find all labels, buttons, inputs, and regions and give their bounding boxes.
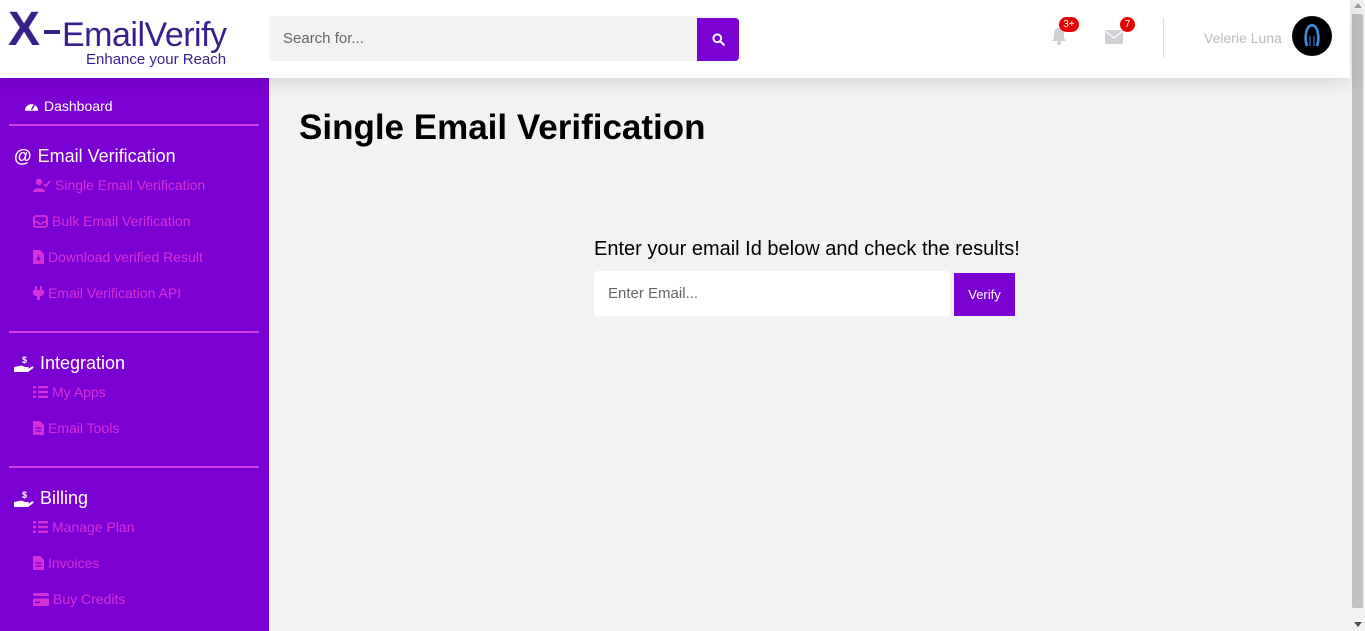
sidebar-item-dashboard[interactable]: Dashboard	[24, 98, 113, 114]
envelope-icon	[1105, 30, 1123, 44]
logo-mark: X	[8, 3, 40, 56]
sidebar-item-download-verified-result[interactable]: Download verified Result	[33, 249, 203, 265]
sidebar-heading-integration: $ Integration	[14, 353, 125, 374]
sidebar-item-label: Dashboard	[44, 98, 113, 114]
sidebar-item-invoices[interactable]: Invoices	[33, 555, 99, 571]
header-divider	[1163, 18, 1164, 58]
search-button[interactable]	[697, 18, 739, 61]
sidebar-item-my-apps[interactable]: My Apps	[33, 384, 106, 400]
gauge-icon	[24, 104, 39, 111]
list-icon	[33, 521, 48, 533]
scroll-thumb[interactable]	[1352, 14, 1363, 608]
sidebar-heading-email-verification: @ Email Verification	[14, 146, 176, 166]
sidebar-heading-billing: $ Billing	[14, 488, 88, 509]
email-field[interactable]	[594, 271, 950, 316]
user-check-icon	[33, 178, 51, 192]
scroll-up-arrow[interactable]	[1354, 3, 1362, 8]
messages-badge: 7	[1120, 17, 1135, 32]
search-input[interactable]	[269, 16, 697, 61]
credit-card-icon	[33, 592, 49, 606]
page-title: Single Email Verification	[299, 108, 706, 147]
hand-dollar-icon: $	[14, 355, 34, 372]
sidebar: Dashboard @ Email Verification Single Em…	[0, 78, 269, 631]
sidebar-item-single-email-verification[interactable]: Single Email Verification	[33, 177, 205, 193]
avatar[interactable]	[1292, 16, 1332, 56]
search-box	[269, 16, 739, 61]
inbox-icon	[33, 214, 48, 228]
sidebar-divider	[9, 331, 259, 333]
user-name[interactable]: Velerie Luna	[1204, 30, 1282, 46]
sidebar-item-manage-plan[interactable]: Manage Plan	[33, 519, 135, 535]
sidebar-item-email-verification-api[interactable]: Email Verification API	[33, 285, 181, 301]
notification-badge: 3+	[1059, 17, 1079, 32]
scroll-down-arrow[interactable]	[1354, 622, 1362, 627]
svg-text:$: $	[22, 355, 27, 365]
svg-text:$: $	[22, 490, 27, 500]
sidebar-item-buy-credits[interactable]: Buy Credits	[33, 591, 125, 607]
verify-prompt: Enter your email Id below and check the …	[594, 238, 1020, 260]
top-header: X EmailVerify Enhance your Reach 3+ 7 Ve…	[0, 0, 1350, 78]
search-icon	[711, 33, 725, 46]
hand-dollar-icon: $	[14, 490, 34, 507]
sidebar-item-bulk-email-verification[interactable]: Bulk Email Verification	[33, 213, 191, 229]
file-icon	[33, 421, 44, 435]
file-icon	[33, 556, 44, 570]
sidebar-divider	[9, 124, 259, 126]
logo-name: EmailVerify	[62, 16, 227, 54]
sidebar-item-email-tools[interactable]: Email Tools	[33, 420, 119, 436]
plug-icon	[33, 286, 44, 300]
sidebar-divider	[9, 466, 259, 468]
scrollbar[interactable]	[1350, 0, 1365, 631]
file-download-icon	[33, 250, 44, 264]
logo-dash	[44, 30, 60, 34]
logo[interactable]: X EmailVerify Enhance your Reach	[8, 3, 258, 70]
verify-button[interactable]: Verify	[954, 273, 1015, 316]
list-icon	[33, 386, 48, 398]
logo-tagline: Enhance your Reach	[86, 51, 227, 68]
at-icon: @	[14, 146, 32, 166]
